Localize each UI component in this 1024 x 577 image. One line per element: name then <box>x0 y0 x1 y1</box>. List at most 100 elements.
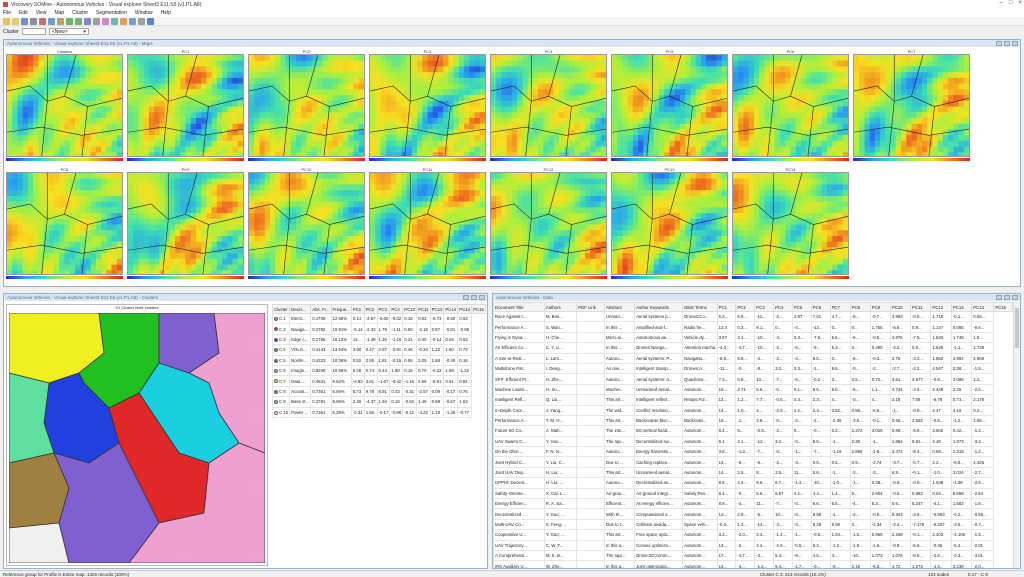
heat-cell <box>38 264 45 271</box>
heat-cell <box>332 195 339 203</box>
map-heatmap[interactable] <box>6 54 123 157</box>
select-icon[interactable] <box>93 17 100 25</box>
heat-cell <box>227 123 234 130</box>
panel-close-button[interactable] <box>1012 41 1018 46</box>
cut-icon[interactable] <box>39 17 46 25</box>
heat-cell <box>75 224 81 231</box>
map-heatmap[interactable] <box>611 54 728 157</box>
heat-cell <box>370 230 376 237</box>
heat-cell <box>458 213 465 220</box>
heat-cell <box>296 123 302 130</box>
heat-cell <box>59 230 66 237</box>
map-heatmap[interactable] <box>248 54 365 157</box>
map-pc7[interactable]: PC7 <box>853 49 970 163</box>
map-heatmap[interactable] <box>127 54 244 157</box>
chart-icon[interactable] <box>120 17 127 25</box>
heat-cell <box>417 60 423 67</box>
segment-icon[interactable] <box>111 17 118 25</box>
save-icon[interactable] <box>21 17 28 25</box>
zoom-icon[interactable] <box>84 17 91 25</box>
open-icon[interactable] <box>12 17 19 25</box>
map-pc11[interactable]: PC11 <box>369 167 486 281</box>
menu-view[interactable]: View <box>36 10 47 16</box>
map-heatmap[interactable] <box>369 172 486 275</box>
heat-cell <box>128 135 134 142</box>
menu-cluster[interactable]: Cluster <box>72 10 88 16</box>
print-icon[interactable] <box>30 17 37 25</box>
map-heatmap[interactable] <box>490 54 607 157</box>
heat-cell <box>501 89 508 96</box>
menu-map[interactable]: Map <box>54 10 64 16</box>
panel-maximize-button[interactable] <box>1004 41 1010 46</box>
table-icon[interactable] <box>129 17 136 25</box>
close-button[interactable]: × <box>1018 0 1022 6</box>
heat-cell <box>743 89 750 96</box>
heat-cell <box>501 60 508 67</box>
minimize-button[interactable]: – <box>1000 0 1003 6</box>
app-icon <box>3 2 8 7</box>
map-heatmap[interactable] <box>369 54 486 157</box>
heat-cell <box>90 184 97 191</box>
heat-cell <box>154 218 160 226</box>
heat-cell <box>375 106 381 113</box>
map-pc12[interactable]: PC12 <box>490 167 607 281</box>
help-icon[interactable] <box>147 17 154 25</box>
copy-icon[interactable] <box>48 17 55 25</box>
heat-cell <box>522 195 529 203</box>
maximize-button[interactable]: □ <box>1009 0 1013 6</box>
map-heatmap[interactable] <box>127 172 244 275</box>
heat-cell <box>643 60 650 67</box>
menu-segmentation[interactable]: Segmentation <box>96 10 127 16</box>
settings-icon[interactable] <box>138 17 145 25</box>
heat-cell <box>527 72 534 79</box>
heat-cell <box>370 218 376 226</box>
paste-icon[interactable] <box>57 17 64 25</box>
menu-file[interactable]: File <box>3 10 11 16</box>
map-pc3[interactable]: PC3 <box>369 49 486 163</box>
map-heatmap[interactable] <box>853 54 970 157</box>
heat-cell <box>138 60 145 67</box>
heat-cell <box>27 55 34 62</box>
heat-cell <box>674 100 681 108</box>
heat-cell <box>396 264 402 271</box>
map-pc10[interactable]: PC10 <box>248 167 365 281</box>
heat-cell <box>721 135 727 142</box>
heat-cell <box>33 195 39 203</box>
map-heatmap[interactable] <box>6 172 123 275</box>
heat-cell <box>600 83 606 90</box>
heat-cell <box>237 152 243 156</box>
heat-cell <box>201 184 207 191</box>
menu-help[interactable]: Help <box>161 10 171 16</box>
new-icon[interactable] <box>3 17 10 25</box>
map-pc8[interactable]: PC8 <box>6 167 123 281</box>
map-pc1[interactable]: PC1 <box>127 49 244 163</box>
map-pc6[interactable]: PC6 <box>732 49 849 163</box>
redo-icon[interactable] <box>75 17 82 25</box>
heat-cell <box>143 60 150 67</box>
heat-cell <box>937 60 944 67</box>
heat-cell <box>7 258 13 266</box>
map-pc9[interactable]: PC9 <box>127 167 244 281</box>
cluster-mode-select[interactable]: <New> ▾ <box>48 28 89 35</box>
menu-window[interactable]: Window <box>135 10 153 16</box>
heat-cell <box>317 83 323 90</box>
heat-cell <box>111 235 118 243</box>
map-pc2[interactable]: PC2 <box>248 49 365 163</box>
heat-cell <box>942 72 949 79</box>
map-heatmap[interactable] <box>490 172 607 275</box>
menu-edit[interactable]: Edit <box>19 10 28 16</box>
map-heatmap[interactable] <box>732 54 849 157</box>
heat-cell <box>501 112 508 119</box>
heat-cell <box>275 264 281 271</box>
heat-cell <box>743 146 750 153</box>
map-pc5[interactable]: PC5 <box>611 49 728 163</box>
map-heatmap[interactable] <box>248 172 365 275</box>
map-clusters[interactable]: Clusters <box>6 49 123 163</box>
undo-icon[interactable] <box>66 17 73 25</box>
heat-cell <box>296 66 302 73</box>
heat-cell <box>343 112 349 119</box>
cluster-icon[interactable] <box>102 17 109 25</box>
panel-minimize-button[interactable] <box>996 41 1002 46</box>
cluster-select[interactable] <box>21 28 46 35</box>
map-pc4[interactable]: PC4 <box>490 49 607 163</box>
